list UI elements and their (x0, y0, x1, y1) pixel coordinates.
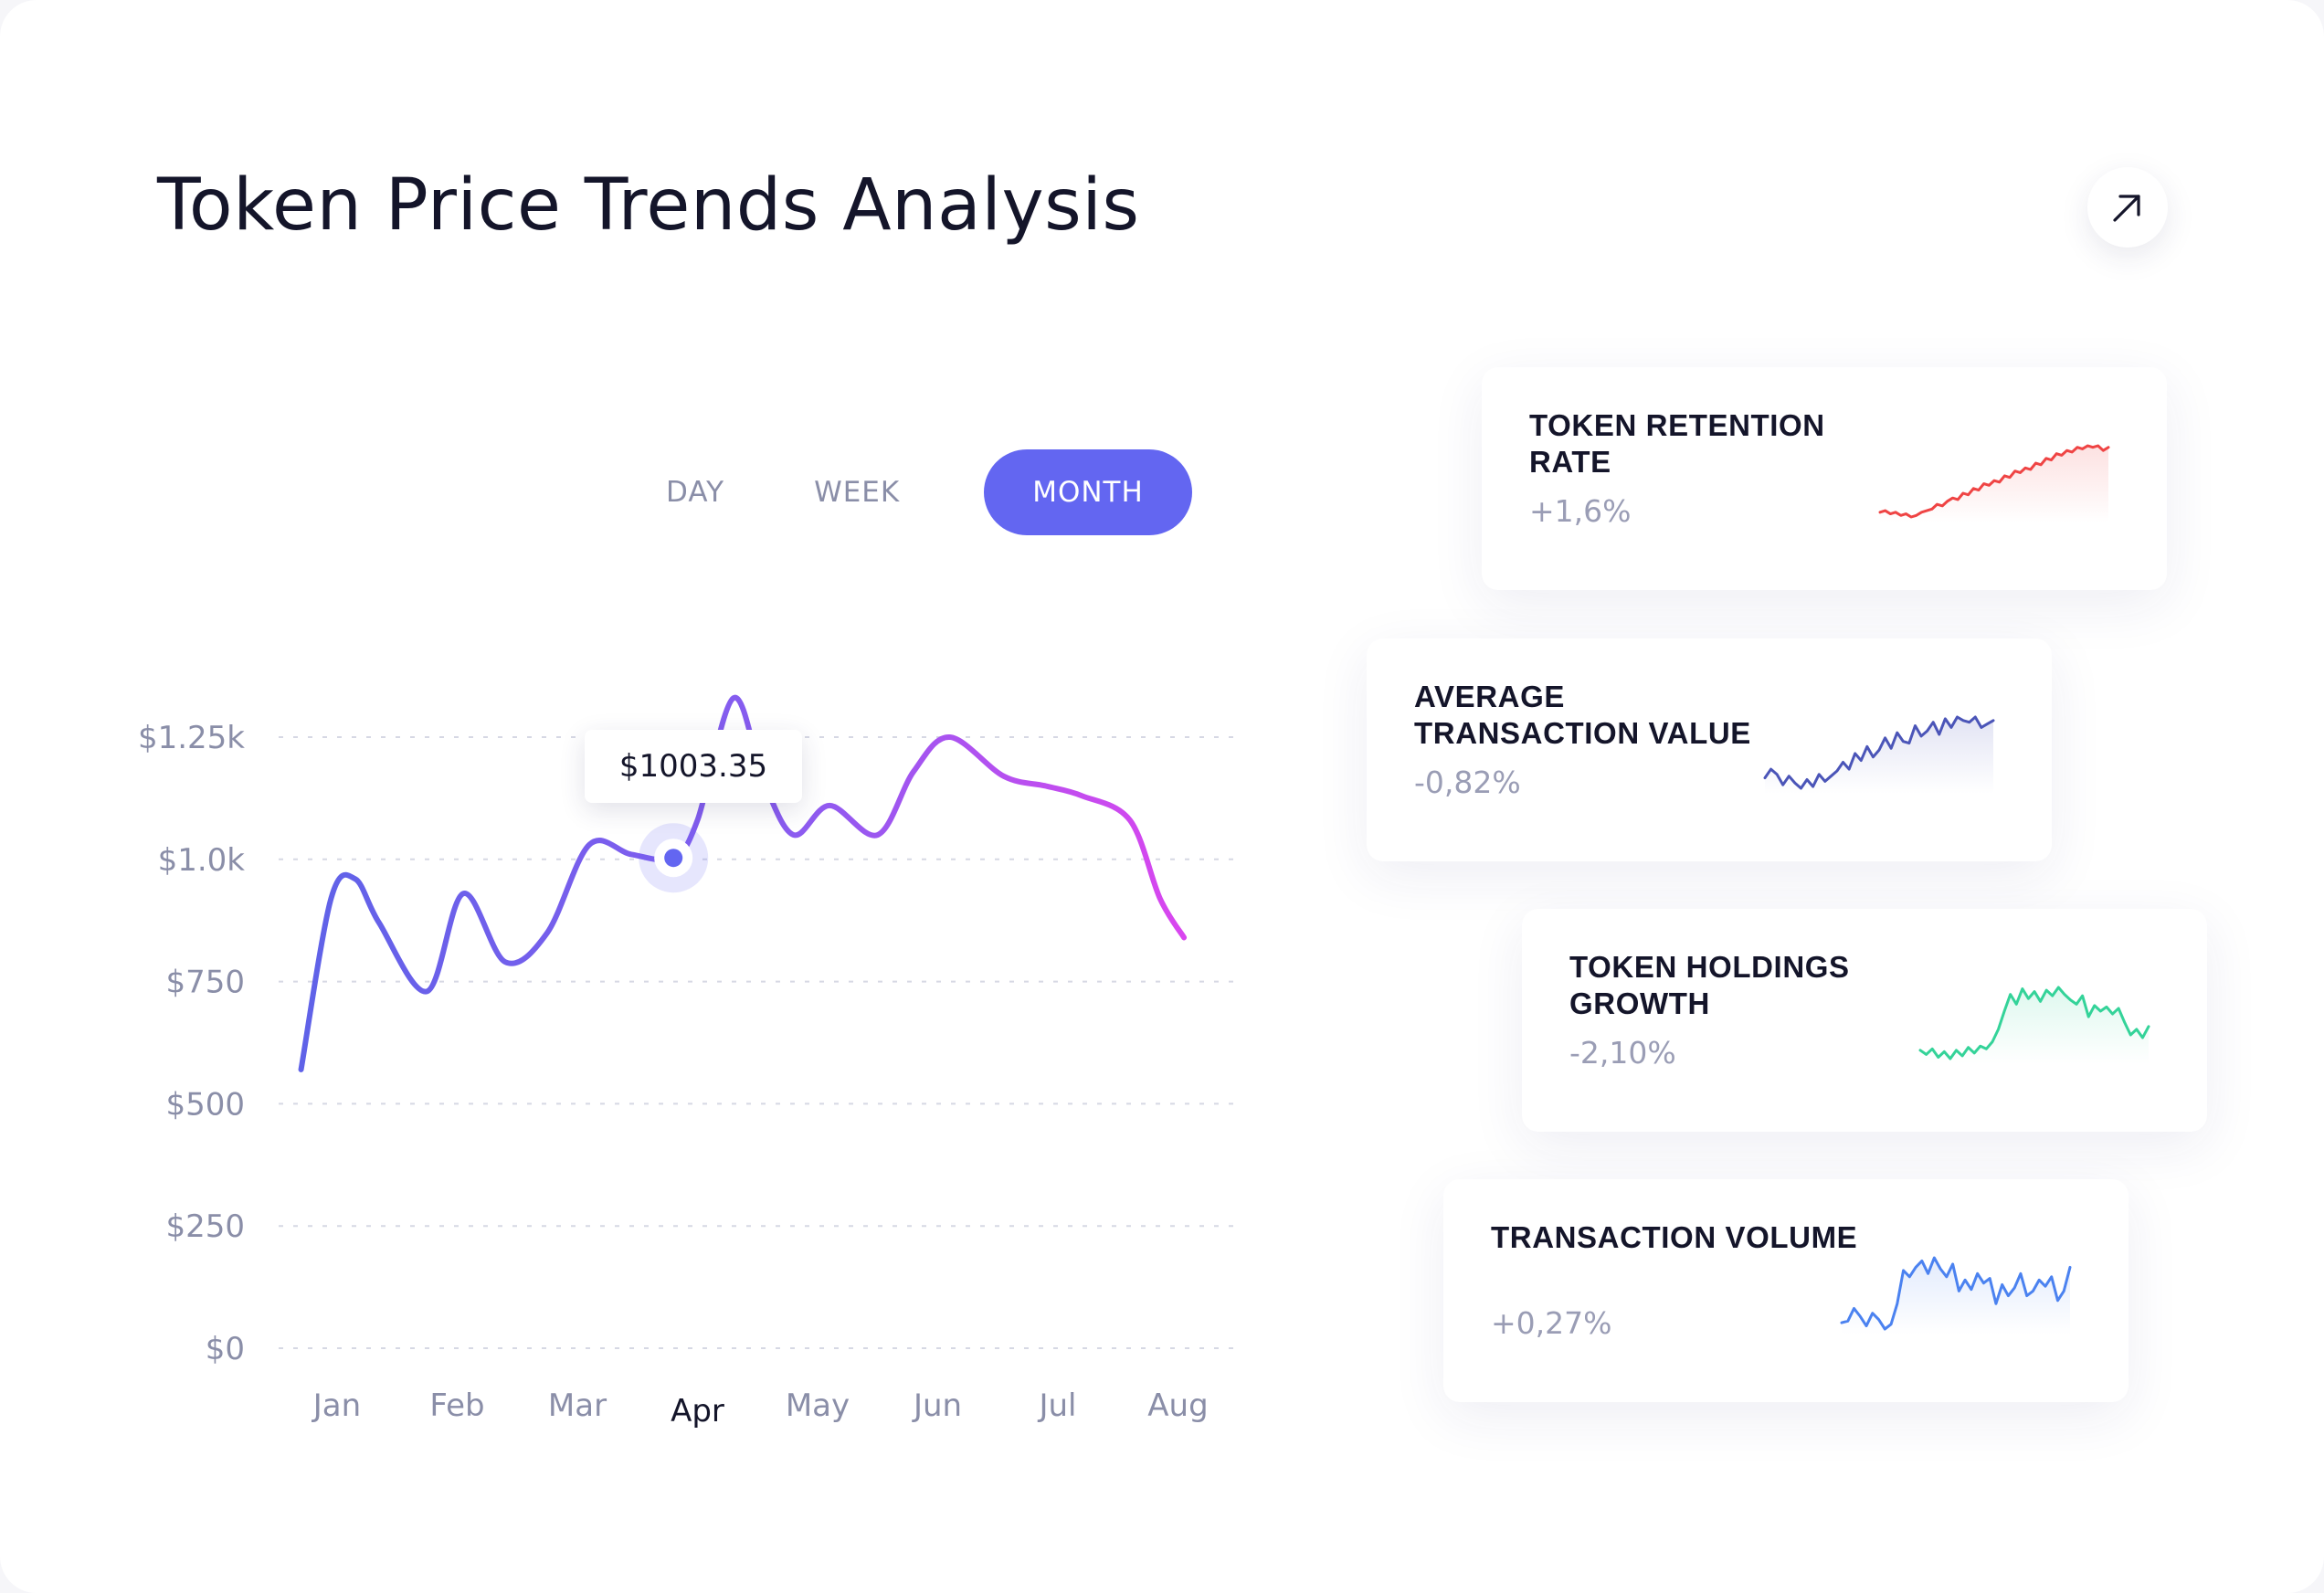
y-tick-label: $750 (165, 965, 245, 1001)
card-token-retention-rate[interactable]: TOKEN RETENTION RATE +1,6% (1482, 367, 2167, 590)
expand-button[interactable] (2087, 167, 2168, 248)
card-title: AVERAGE TRANSACTION VALUE (1414, 680, 1751, 750)
y-tick-label: $250 (165, 1208, 245, 1245)
y-tick-label: $1.25k (138, 720, 245, 756)
card-change-value: +1,6% (1529, 493, 1632, 529)
card-change-value: -2,10% (1569, 1035, 1676, 1071)
retention-sparkline (1878, 444, 2110, 522)
x-tick-label: Jan (312, 1387, 361, 1424)
y-tick-label: $0 (206, 1331, 245, 1367)
x-tick-label: Jun (912, 1387, 962, 1424)
x-tick-label: May (786, 1387, 850, 1424)
card-token-holdings-growth[interactable]: TOKEN HOLDINGS GROWTH -2,10% (1522, 909, 2207, 1132)
card-change-value: -0,82% (1414, 765, 1521, 800)
y-tick-label: $1.0k (158, 842, 246, 879)
sparkline-area (1765, 717, 1993, 794)
x-tick-label: Feb (429, 1387, 484, 1424)
price-tooltip: $1003.35 (585, 730, 802, 803)
avg-transaction-sparkline (1763, 715, 1995, 794)
x-tick-label: Mar (548, 1387, 607, 1424)
card-change-value: +0,27% (1491, 1305, 1612, 1341)
x-tick-label[interactable]: Apr (671, 1393, 724, 1429)
x-tick-label: Aug (1147, 1387, 1208, 1424)
dashboard-panel: Token Price Trends Analysis DAY WEEK MON… (0, 0, 2324, 1593)
card-title: TOKEN HOLDINGS GROWTH (1569, 950, 1850, 1020)
y-tick-label: $500 (165, 1086, 245, 1123)
card-title: TOKEN RETENTION RATE (1529, 408, 1825, 479)
card-average-transaction-value[interactable]: AVERAGE TRANSACTION VALUE -0,82% (1367, 638, 2052, 861)
card-transaction-volume[interactable]: TRANSACTION VOLUME +0,27% (1443, 1179, 2129, 1402)
volume-sparkline (1840, 1256, 2072, 1335)
card-title: TRANSACTION VOLUME (1491, 1220, 1858, 1254)
arrow-up-right-icon (2113, 195, 2140, 222)
x-tick-label: Jul (1037, 1387, 1076, 1424)
sparkline-area (1842, 1258, 2070, 1335)
selected-point[interactable] (664, 849, 683, 868)
sparkline-area (1880, 446, 2108, 522)
holdings-sparkline (1918, 986, 2150, 1064)
